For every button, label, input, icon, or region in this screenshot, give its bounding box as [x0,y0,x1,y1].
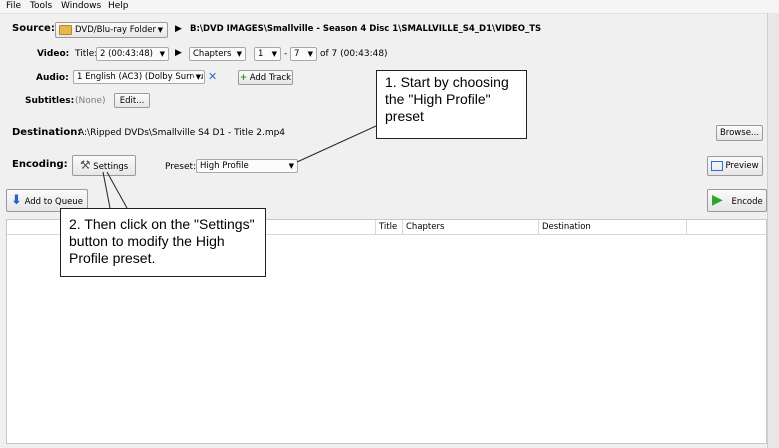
callout-one-leader [296,125,377,163]
callout-one: 1. Start by choosing the "High Profile" … [376,70,527,139]
callout-two-leader [102,171,111,209]
callout-two: 2. Then click on the "Settings" button t… [60,208,266,277]
